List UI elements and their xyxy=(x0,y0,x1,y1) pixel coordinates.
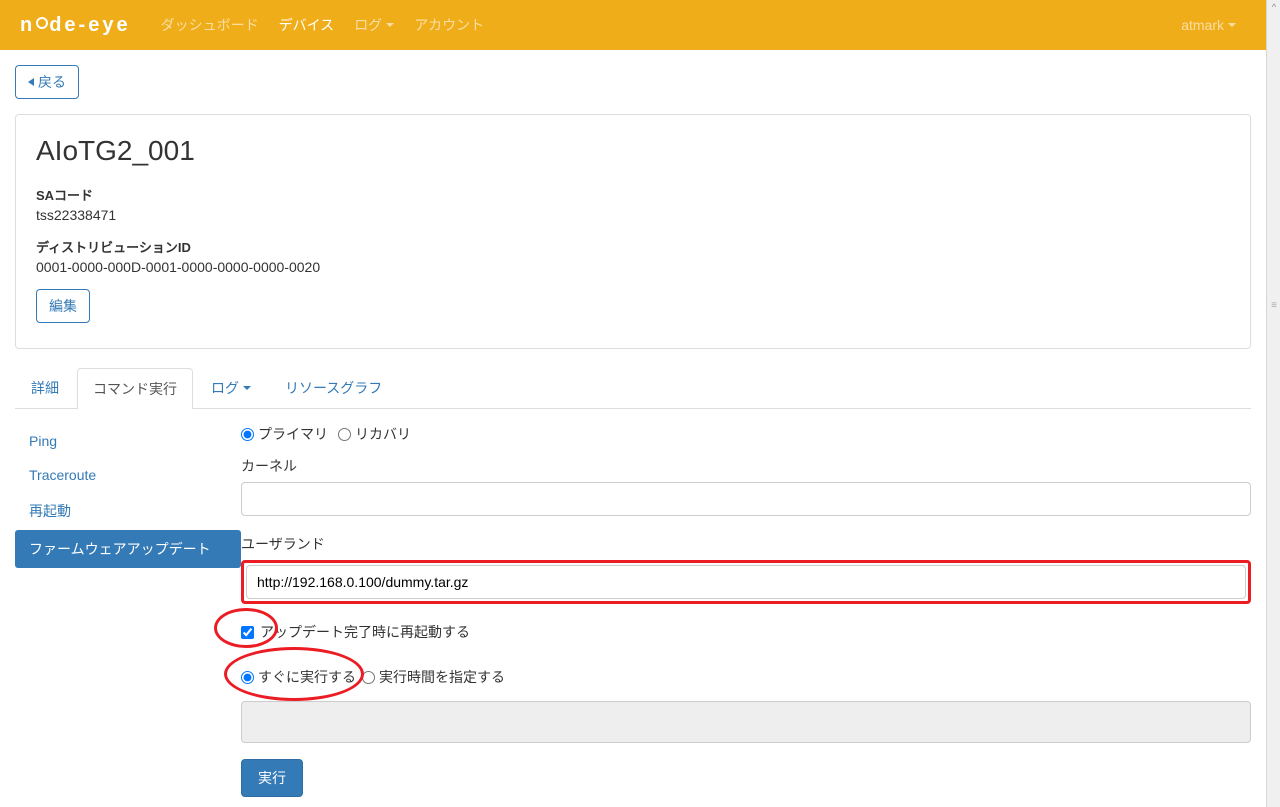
radio-recovery-wrap[interactable]: リカバリ xyxy=(338,424,411,444)
nav-log-label: ログ xyxy=(354,15,382,35)
execute-button[interactable]: 実行 xyxy=(241,759,303,797)
radio-primary-label: プライマリ xyxy=(258,424,328,444)
radio-recovery-label: リカバリ xyxy=(355,424,411,444)
back-button[interactable]: 戻る xyxy=(15,65,79,99)
nav-user-label: atmark xyxy=(1181,17,1224,33)
sidebar-item-firmware-update[interactable]: ファームウェアアップデート xyxy=(15,530,241,568)
userland-label: ユーザランド xyxy=(241,534,1251,554)
userland-highlight xyxy=(241,560,1251,604)
time-input-disabled xyxy=(241,701,1251,743)
radio-exec-time-wrap[interactable]: 実行時間を指定する xyxy=(362,667,505,687)
command-sidebar: Ping Traceroute 再起動 ファームウェアアップデート xyxy=(15,424,241,797)
dist-id-label: ディストリビューションID xyxy=(36,237,1230,256)
nav-log[interactable]: ログ xyxy=(354,15,394,35)
scroll-up-icon[interactable]: ^ xyxy=(1267,2,1280,12)
sidebar-item-ping[interactable]: Ping xyxy=(15,424,241,458)
radio-primary-wrap[interactable]: プライマリ xyxy=(241,424,328,444)
caret-down-icon xyxy=(243,386,251,390)
tab-log-label: ログ xyxy=(211,378,239,398)
caret-down-icon xyxy=(386,23,394,27)
tab-command[interactable]: コマンド実行 xyxy=(77,368,193,409)
sidebar-item-reboot[interactable]: 再起動 xyxy=(15,492,241,530)
nav-dashboard[interactable]: ダッシュボード xyxy=(161,15,259,35)
radio-primary[interactable] xyxy=(241,428,254,441)
nav-user-menu[interactable]: atmark xyxy=(1181,17,1236,33)
device-panel: AIoTG2_001 SAコード tss22338471 ディストリビューション… xyxy=(15,114,1251,349)
radio-exec-now[interactable] xyxy=(241,671,254,684)
arrow-left-icon xyxy=(28,78,34,86)
sidebar-item-traceroute[interactable]: Traceroute xyxy=(15,458,241,492)
tab-resource[interactable]: リソースグラフ xyxy=(269,367,398,408)
reboot-checkbox-label: アップデート完了時に再起動する xyxy=(260,622,470,642)
dist-id-value: 0001-0000-000D-0001-0000-0000-0000-0020 xyxy=(36,259,1230,275)
tab-log[interactable]: ログ xyxy=(195,367,267,408)
kernel-label: カーネル xyxy=(241,456,1251,476)
radio-exec-now-label: すぐに実行する xyxy=(258,667,356,687)
brand-logo: nde-eye xyxy=(20,14,131,37)
radio-exec-time-label: 実行時間を指定する xyxy=(379,667,505,687)
back-button-label: 戻る xyxy=(38,72,66,92)
userland-input[interactable] xyxy=(246,565,1246,599)
radio-exec-time[interactable] xyxy=(362,671,375,684)
kernel-input[interactable] xyxy=(241,482,1251,516)
nav-account[interactable]: アカウント xyxy=(414,15,484,35)
scrollbar[interactable]: ^ ≡ xyxy=(1266,0,1280,807)
command-form: プライマリ リカバリ カーネル ユーザランド xyxy=(241,424,1251,797)
top-navbar: nde-eye ダッシュボード デバイス ログ アカウント atmark xyxy=(0,0,1266,50)
scroll-grip-icon[interactable]: ≡ xyxy=(1267,300,1280,310)
sa-code-label: SAコード xyxy=(36,185,1230,204)
radio-recovery[interactable] xyxy=(338,428,351,441)
tabs: 詳細 コマンド実行 ログ リソースグラフ xyxy=(15,367,1251,409)
device-title: AIoTG2_001 xyxy=(36,135,1230,167)
caret-down-icon xyxy=(1228,23,1236,27)
edit-button[interactable]: 編集 xyxy=(36,289,90,323)
reboot-checkbox[interactable] xyxy=(241,626,254,639)
radio-exec-now-wrap[interactable]: すぐに実行する xyxy=(241,667,356,687)
sa-code-value: tss22338471 xyxy=(36,207,1230,223)
nav-device[interactable]: デバイス xyxy=(279,15,335,35)
tab-detail[interactable]: 詳細 xyxy=(15,367,75,408)
